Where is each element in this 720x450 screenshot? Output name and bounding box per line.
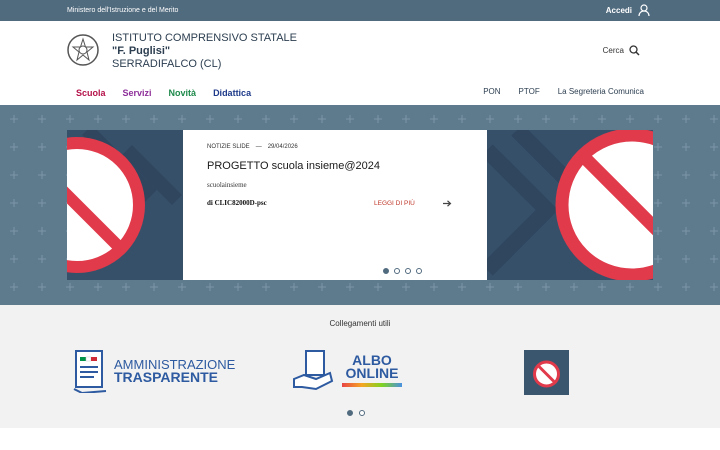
carousel-dot-3[interactable]: [405, 268, 411, 274]
document-icon: [73, 350, 107, 393]
prohibited-icon: [533, 360, 560, 388]
carousel-dot-1[interactable]: [383, 268, 389, 274]
nav-pon[interactable]: PON: [483, 87, 500, 96]
main-navigation: Scuola Servizi Novità Didattica PON PTOF…: [0, 83, 720, 105]
nav-novita[interactable]: Novità: [169, 88, 197, 98]
amministrazione-trasparente-link[interactable]: AMMINISTRAZIONE TRASPARENTE: [72, 349, 235, 393]
login-label: Accedi: [605, 6, 632, 15]
links-dot-1[interactable]: [347, 410, 353, 416]
emblem-icon[interactable]: [66, 31, 100, 69]
hero-carousel: NOTIZIE SLIDE — 29/04/2026 PROGETTO scuo…: [0, 105, 720, 305]
albo-color-bar: [342, 382, 402, 387]
top-bar: Ministero dell'Istruzione e del Merito A…: [0, 0, 720, 21]
useful-links-label: Collegamenti utili: [329, 319, 391, 328]
prohibited-icon: [67, 130, 182, 273]
search-label: Cerca: [602, 46, 624, 55]
ministry-link[interactable]: Ministero dell'Istruzione e del Merito: [67, 7, 178, 14]
slide-card[interactable]: NOTIZIE SLIDE — 29/04/2026 PROGETTO scuo…: [183, 130, 487, 280]
nav-scuola[interactable]: Scuola: [76, 88, 106, 98]
nav-ptof[interactable]: PTOF: [519, 87, 540, 96]
albo-line-2: ONLINE: [345, 364, 399, 381]
prohibited-icon: [487, 130, 653, 280]
login-button[interactable]: Accedi: [606, 4, 650, 17]
nav-servizi[interactable]: Servizi: [123, 88, 152, 98]
slide-next-image[interactable]: [487, 130, 653, 280]
school-line-1: ISTITUTO COMPRENSIVO STATALE: [112, 32, 297, 44]
site-header: ISTITUTO COMPRENSIVO STATALE "F. Puglisi…: [0, 21, 720, 83]
links-dot-2[interactable]: [359, 410, 365, 416]
nav-didattica[interactable]: Didattica: [213, 88, 251, 98]
read-more-link[interactable]: LEGGI DI PIÙ: [374, 200, 452, 207]
links-carousel-dots: [347, 410, 365, 416]
read-more-label: LEGGI DI PIÙ: [374, 200, 415, 207]
arrow-right-icon: [442, 200, 452, 207]
nav-segreteria[interactable]: La Segreteria Comunica: [558, 87, 644, 96]
slide-separator: —: [255, 144, 262, 150]
at-line-2: TRASPARENTE: [114, 369, 218, 385]
slide-meta: NOTIZIE SLIDE — 29/04/2026: [207, 144, 298, 150]
slide-category[interactable]: NOTIZIE SLIDE: [207, 144, 250, 150]
slide-subtitle: scuolainsieme: [207, 181, 247, 189]
albo-online-link[interactable]: ALBO ONLINE: [292, 349, 402, 391]
school-line-2: "F. Puglisi": [112, 45, 171, 57]
slide-date: 29/04/2026: [267, 144, 298, 150]
school-line-3: SERRADIFALCO (CL): [112, 58, 222, 70]
blocked-image-link[interactable]: [524, 350, 569, 395]
carousel-dot-4[interactable]: [416, 268, 422, 274]
school-name[interactable]: ISTITUTO COMPRENSIVO STATALE "F. Puglisi…: [112, 32, 297, 71]
useful-links-section: Collegamenti utili AMMINISTRAZIONE TRASP…: [0, 305, 720, 428]
slide-author: di CLIC82000D-psc: [207, 199, 267, 207]
search-icon: [629, 45, 640, 56]
slide-title[interactable]: PROGETTO scuola insieme@2024: [207, 160, 380, 172]
search-button[interactable]: Cerca: [603, 45, 640, 56]
hand-document-icon: [293, 350, 334, 391]
carousel-dot-2[interactable]: [394, 268, 400, 274]
slide-prev-image[interactable]: [67, 130, 183, 280]
carousel-dots: [383, 268, 422, 274]
user-icon: [638, 4, 650, 17]
